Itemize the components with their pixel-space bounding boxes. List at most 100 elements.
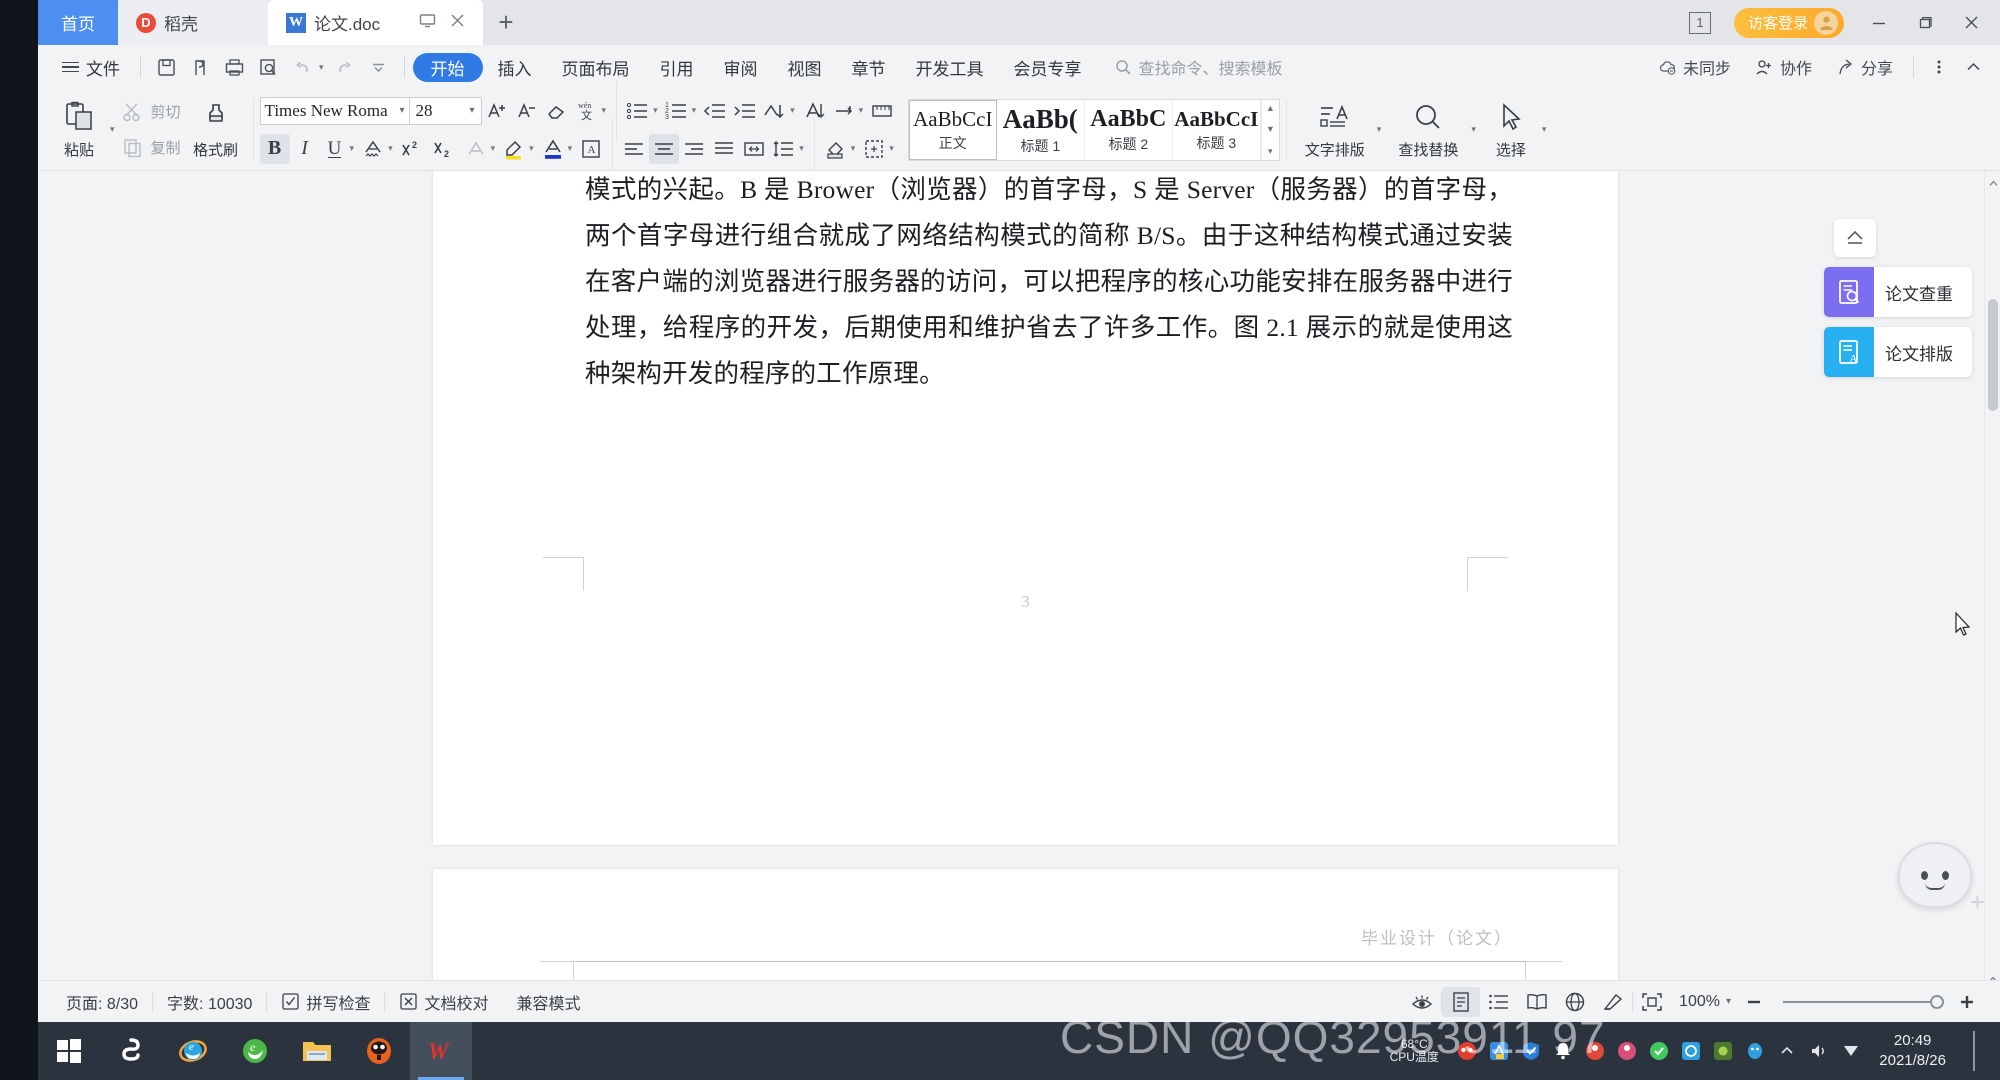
scrollbar-thumb[interactable] (1988, 299, 1998, 411)
panel-card-paper-format[interactable]: A 论文排版 (1824, 327, 1972, 377)
sogou-icon[interactable] (100, 1022, 162, 1080)
volume-icon[interactable] (1803, 1022, 1835, 1080)
char-border-dropdown-icon[interactable]: ▾ (491, 143, 500, 154)
gallery-expand-icon[interactable]: ▾ (1268, 146, 1273, 157)
eye-protection-icon[interactable] (1403, 987, 1441, 1017)
distribute-icon[interactable] (739, 134, 769, 164)
chevron-up-icon[interactable] (1956, 52, 1990, 82)
undo-icon[interactable] (285, 52, 319, 82)
close-button[interactable] (1948, 0, 1994, 45)
assistant-avatar[interactable] (1898, 842, 1972, 908)
zoom-in-button[interactable] (1948, 987, 1986, 1017)
borders-icon[interactable] (859, 134, 889, 164)
tray-icon-2[interactable] (1483, 1022, 1515, 1080)
line-spacing-dropdown-icon[interactable]: ▾ (799, 143, 808, 154)
status-spellcheck[interactable]: 拼写检查 (267, 990, 384, 1014)
char-border-icon[interactable] (461, 134, 491, 164)
line-numbering-icon[interactable] (867, 96, 897, 126)
status-compat-mode[interactable]: 兼容模式 (502, 990, 594, 1014)
character-shading-icon[interactable]: A (576, 134, 606, 164)
sort-icon[interactable] (760, 96, 790, 126)
vertical-scrollbar[interactable] (1984, 171, 2000, 980)
markup-icon[interactable] (1594, 987, 1632, 1017)
underline-dropdown-icon[interactable]: ▾ (350, 143, 359, 154)
text-effect-icon[interactable] (358, 134, 388, 164)
bullets-icon[interactable] (623, 96, 653, 126)
panel-collapse-button[interactable] (1834, 219, 1876, 257)
guest-login-button[interactable]: 访客登录 (1733, 7, 1844, 38)
clear-format-icon[interactable] (542, 96, 572, 126)
document-area[interactable]: 模式的兴起。B 是 Brower（浏览器）的首字母，S 是 Server（服务器… (38, 171, 2000, 980)
line-spacing-icon[interactable] (769, 134, 799, 164)
360-browser-icon[interactable]: e (224, 1022, 286, 1080)
sync-status-button[interactable]: 未同步 (1646, 55, 1743, 79)
print-preview-icon[interactable] (251, 52, 285, 82)
format-painter-button[interactable]: 格式刷 (185, 93, 247, 167)
ribbon-tab-start[interactable]: 开始 (412, 52, 483, 82)
tray-icon-8[interactable] (1707, 1022, 1739, 1080)
subscript-icon[interactable]: 2 (429, 134, 461, 164)
collaborate-button[interactable]: 协作 (1743, 55, 1824, 79)
tab-home[interactable]: 首页 (38, 0, 118, 45)
align-right-icon[interactable] (679, 134, 709, 164)
zoom-out-button[interactable] (1735, 987, 1773, 1017)
status-page-info[interactable]: 页面: 8/30 (52, 990, 152, 1014)
pinyin-guide-icon[interactable]: wén 文 (572, 96, 602, 126)
cpu-temperature-widget[interactable]: 68°C CPU温度 (1377, 1022, 1451, 1080)
find-replace-dropdown-icon[interactable]: ▾ (1471, 124, 1480, 135)
paragraph-mark-dropdown-icon[interactable]: ▾ (859, 105, 868, 116)
chevron-down-icon[interactable]: ▾ (396, 105, 405, 116)
decrease-indent-icon[interactable] (700, 96, 730, 126)
increase-indent-icon[interactable] (730, 96, 760, 126)
justify-icon[interactable] (709, 134, 739, 164)
style-item-body[interactable]: AaBbCcI 正文 (908, 99, 997, 160)
previous-page-icon[interactable] (1986, 971, 2000, 980)
minimize-button[interactable] (1856, 0, 1902, 45)
windows-start-icon[interactable] (38, 1022, 100, 1080)
align-center-icon[interactable] (649, 133, 680, 164)
chevron-down-icon[interactable]: ▾ (466, 105, 475, 116)
save-icon[interactable] (149, 52, 183, 82)
underline-icon[interactable]: U (320, 134, 350, 164)
font-size-input[interactable]: 28 ▾ (409, 96, 482, 125)
status-word-count[interactable]: 字数: 10030 (153, 990, 266, 1014)
align-left-icon[interactable] (619, 134, 649, 164)
search-box[interactable]: 查找命令、搜索模板 (1115, 55, 1283, 79)
taskbar-clock[interactable]: 20:49 2021/8/26 (1867, 1031, 1958, 1071)
reading-view-icon[interactable] (1518, 987, 1556, 1017)
grow-font-icon[interactable] (482, 96, 512, 126)
print-icon[interactable] (217, 52, 251, 82)
file-menu-button[interactable]: 文件 (50, 55, 132, 80)
pinyin-dropdown-icon[interactable]: ▾ (602, 105, 611, 116)
style-gallery-scrollbar[interactable]: ▲ ▼ ▾ (1260, 99, 1279, 160)
italic-icon[interactable]: I (290, 134, 320, 164)
select-dropdown-icon[interactable]: ▾ (1542, 124, 1551, 135)
fullscreen-icon[interactable] (1633, 987, 1671, 1017)
ribbon-tab-section[interactable]: 章节 (837, 52, 901, 82)
paragraph-mark-icon[interactable] (829, 96, 859, 126)
qq-icon[interactable] (1739, 1022, 1771, 1080)
ribbon-tab-insert[interactable]: 插入 (483, 52, 547, 82)
bullets-dropdown-icon[interactable]: ▾ (653, 105, 662, 116)
redo-icon[interactable] (328, 52, 362, 82)
ribbon-tab-developer[interactable]: 开发工具 (901, 52, 999, 82)
document-scroll-region[interactable]: 模式的兴起。B 是 Brower（浏览器）的首字母，S 是 Server（服务器… (38, 171, 2000, 980)
find-replace-button[interactable]: 查找替换 (1385, 93, 1471, 167)
copy-button[interactable]: 复制 (119, 133, 185, 163)
select-button[interactable]: 选择 (1480, 93, 1542, 167)
sort-dropdown-icon[interactable]: ▾ (790, 105, 799, 116)
show-desktop-icon[interactable] (1958, 1022, 1990, 1080)
bold-icon[interactable]: B (259, 133, 290, 164)
font-name-input[interactable]: Times New Roma ▾ (259, 96, 410, 125)
tab-daoke[interactable]: D 稻壳 (118, 0, 268, 45)
tab-document[interactable]: W 论文.doc (268, 0, 483, 45)
cut-button[interactable]: 剪切 (119, 97, 185, 127)
tray-icon-1[interactable] (1451, 1022, 1483, 1080)
style-item-heading3[interactable]: AaBbCcI 标题 3 (1173, 99, 1261, 160)
numbering-dropdown-icon[interactable]: ▾ (692, 105, 701, 116)
customize-quick-access-icon[interactable] (362, 52, 396, 82)
status-proofread[interactable]: 文档校对 (385, 990, 502, 1014)
shading-dropdown-icon[interactable]: ▾ (851, 143, 860, 154)
more-vertical-icon[interactable] (1922, 52, 1956, 82)
ribbon-tab-references[interactable]: 引用 (645, 52, 709, 82)
